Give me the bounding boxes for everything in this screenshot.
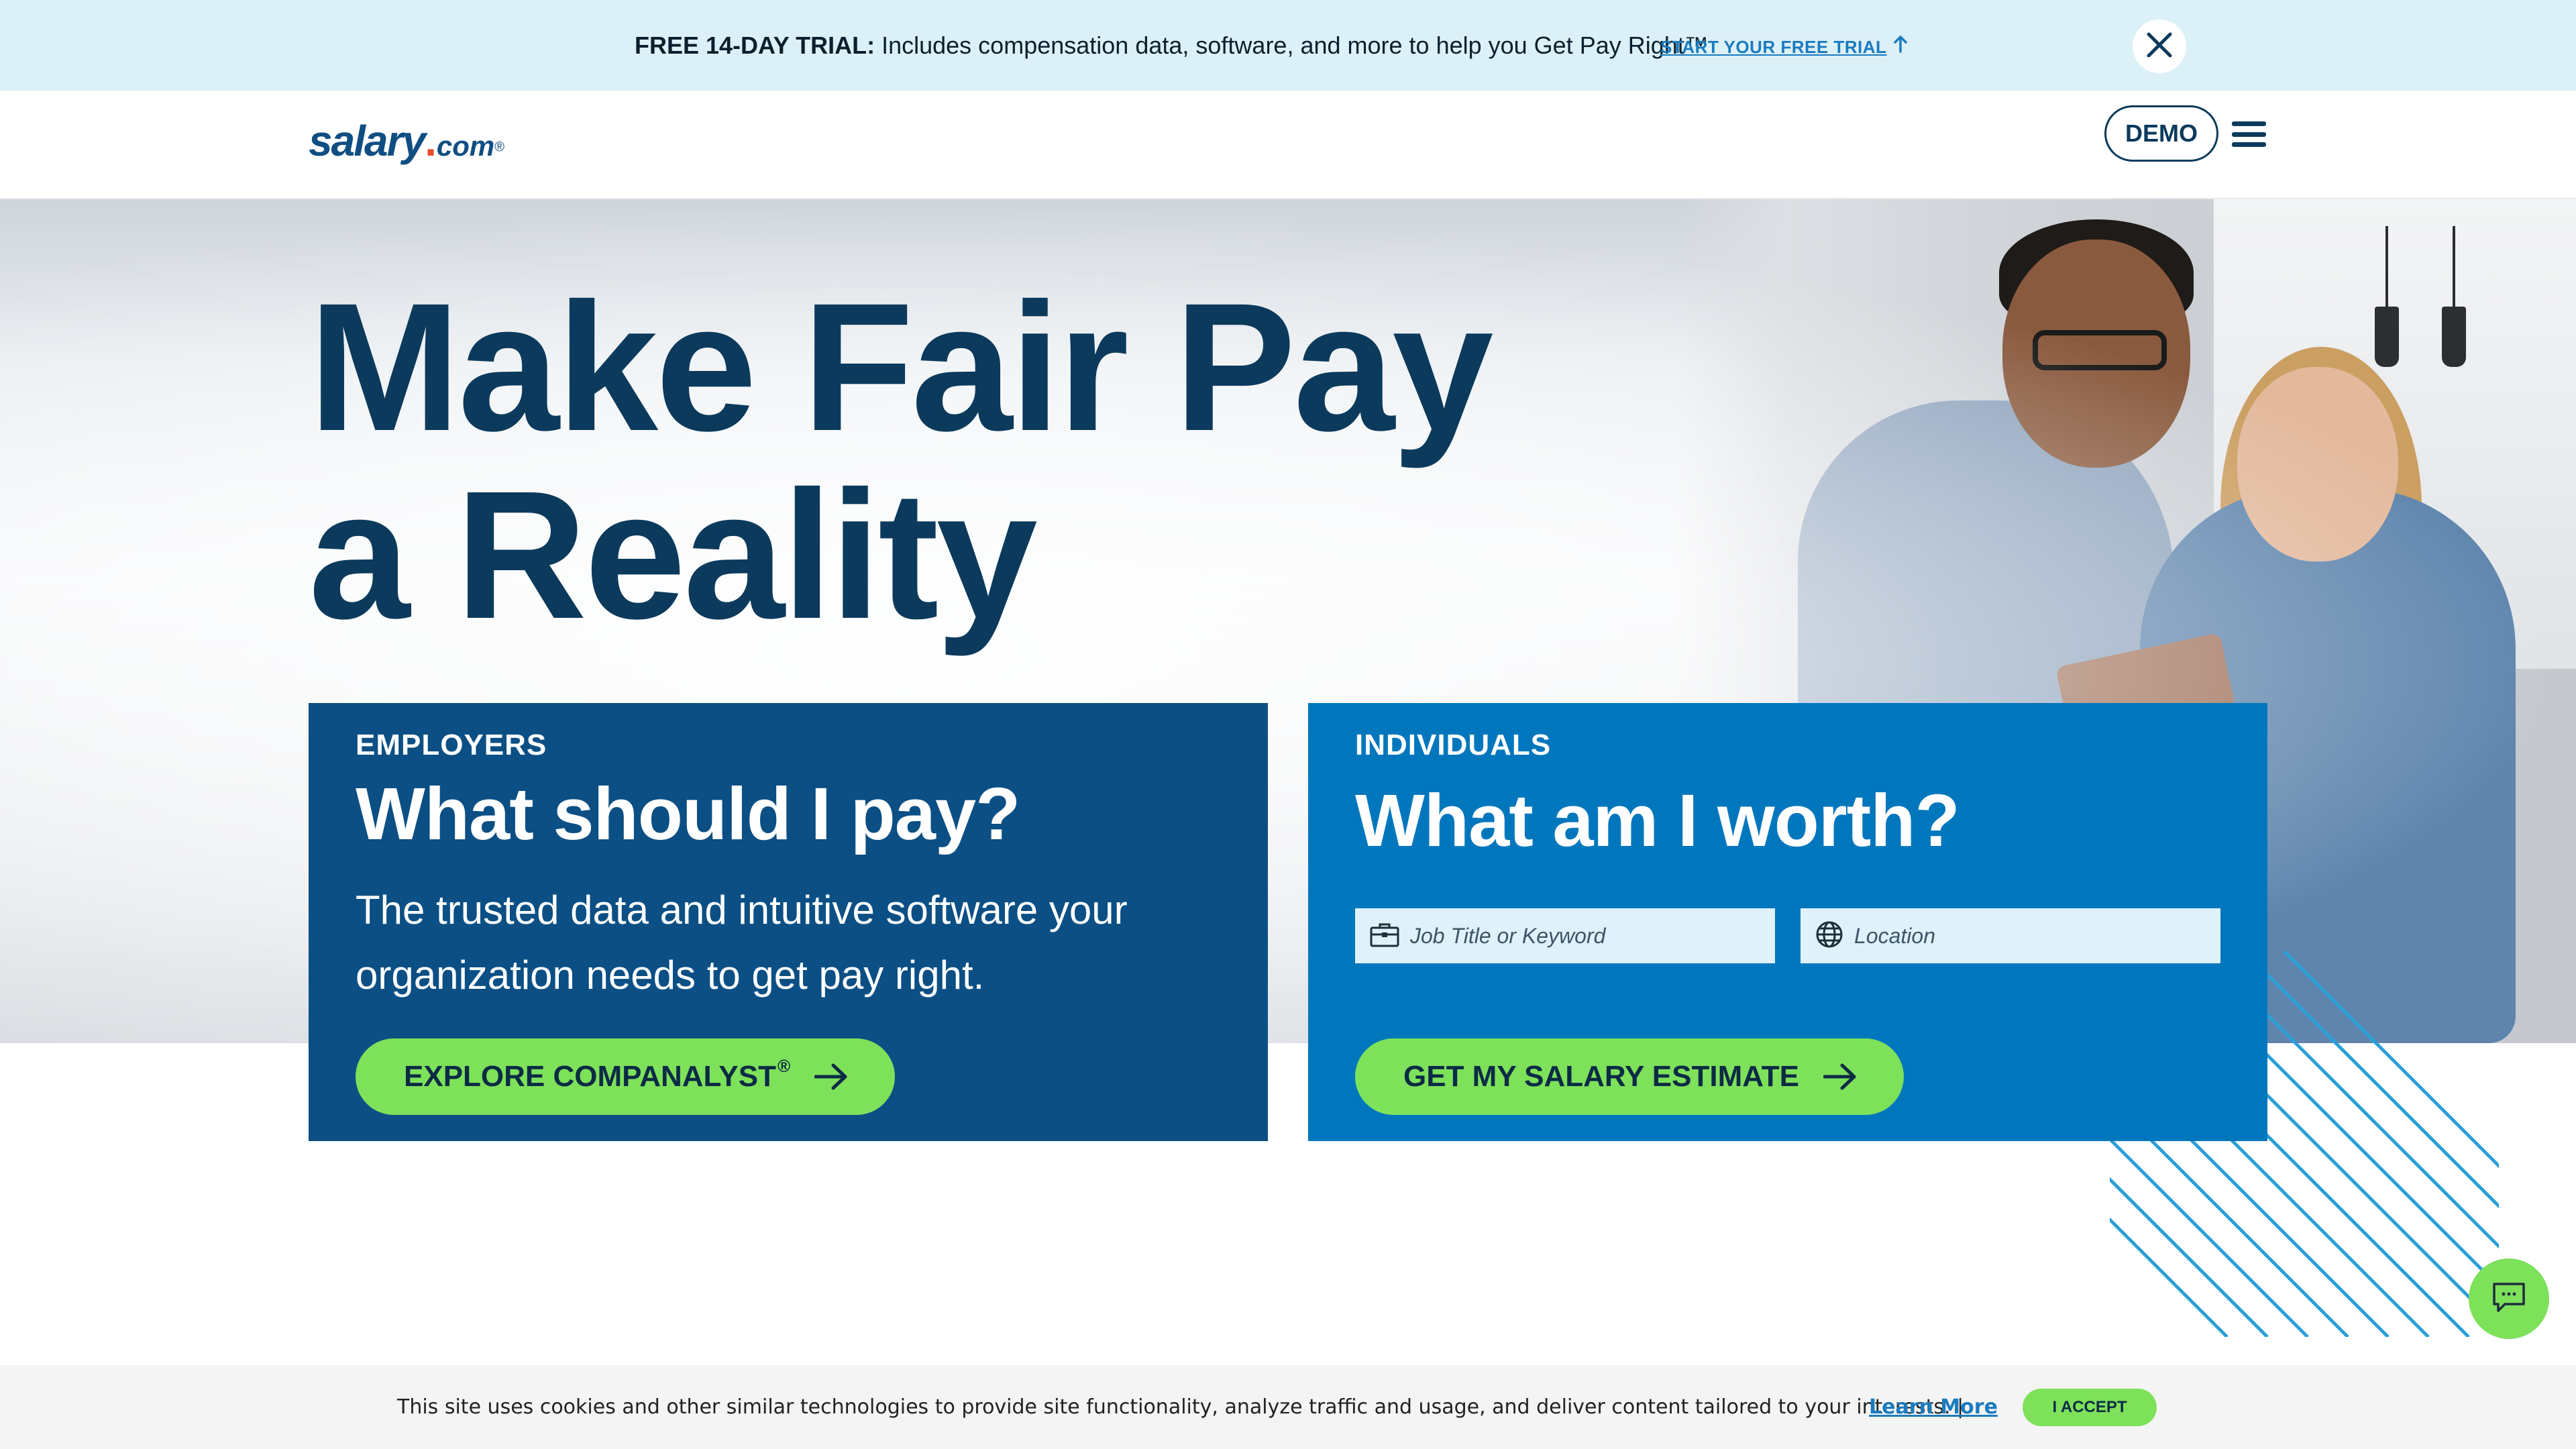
cookie-text: This site uses cookies and other similar… <box>397 1395 1964 1419</box>
logo-dot: . <box>425 117 437 165</box>
promo-description: Includes compensation data, software, an… <box>881 32 1709 59</box>
employers-title: What should I pay? <box>356 773 1020 855</box>
learn-more-link[interactable]: Learn More <box>1869 1365 1998 1449</box>
start-free-trial-label: START YOUR FREE TRIAL <box>1660 37 1887 57</box>
explore-companalyst-button[interactable]: EXPLORE COMPANALYST ® <box>356 1038 896 1115</box>
employers-description: The trusted data and intuitive software … <box>356 888 1128 998</box>
hero-title-line-2: a Reality <box>309 453 1038 657</box>
location-field[interactable] <box>1801 908 2220 963</box>
job-title-field[interactable] <box>1355 908 1775 963</box>
cookie-consent-bar: This site uses cookies and other similar… <box>0 1365 2576 1449</box>
hero-title-line-1: Make Fair Pay <box>309 265 1493 469</box>
chat-button[interactable] <box>2469 1258 2549 1339</box>
employers-eyebrow: EMPLOYERS <box>356 729 547 761</box>
briefcase-icon <box>1370 922 1399 951</box>
job-title-input[interactable] <box>1409 922 1758 949</box>
close-icon <box>2146 32 2173 62</box>
location-input[interactable] <box>1853 922 2202 949</box>
logo-com: com <box>436 130 495 162</box>
individuals-title: What am I worth? <box>1355 780 1960 862</box>
promo-bold-label: FREE 14-DAY TRIAL: <box>635 32 875 59</box>
arrow-right-icon <box>1823 1063 1857 1090</box>
get-salary-estimate-button[interactable]: GET MY SALARY ESTIMATE <box>1355 1038 1904 1115</box>
promo-banner: FREE 14-DAY TRIAL: Includes compensation… <box>0 0 2576 91</box>
arrow-up-icon <box>1893 0 1908 94</box>
demo-button[interactable]: DEMO <box>2104 105 2218 162</box>
explore-companalyst-label: EXPLORE COMPANALYST <box>404 1060 776 1093</box>
salary-com-logo[interactable]: salary.com® <box>309 116 504 170</box>
arrow-right-icon <box>814 1063 848 1090</box>
hero-title: Make Fair Pay a Reality <box>309 273 1493 649</box>
start-free-trial-link[interactable]: START YOUR FREE TRIAL <box>1660 0 1908 94</box>
site-header: salary.com® DEMO <box>0 91 2576 199</box>
logo-registered-mark: ® <box>494 140 504 155</box>
globe-icon <box>1815 920 1843 952</box>
individuals-eyebrow: INDIVIDUALS <box>1355 729 1552 761</box>
hamburger-menu-icon[interactable] <box>2231 119 2267 150</box>
promo-text: FREE 14-DAY TRIAL: Includes compensation… <box>635 0 1709 91</box>
logo-wordmark: salary <box>309 117 426 165</box>
chat-icon <box>2490 1279 2528 1320</box>
accept-cookies-button[interactable]: I ACCEPT <box>2023 1389 2157 1426</box>
get-salary-estimate-label: GET MY SALARY ESTIMATE <box>1403 1060 1799 1093</box>
close-promo-button[interactable] <box>2133 19 2186 73</box>
employers-card: EMPLOYERS What should I pay? The trusted… <box>309 703 1268 1141</box>
individuals-card: INDIVIDUALS What am I worth? GET MY SALA… <box>1308 703 2267 1141</box>
registered-mark: ® <box>777 1055 791 1076</box>
